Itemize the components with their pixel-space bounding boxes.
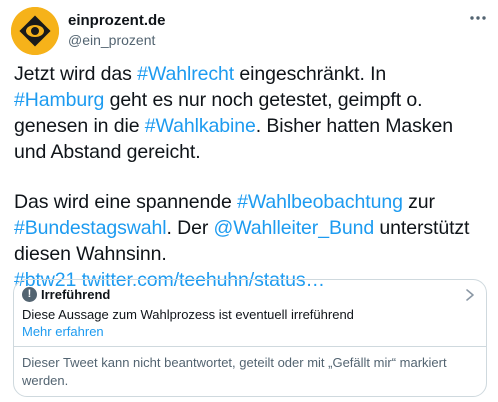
hashtag-link[interactable]: #Wahlkabine bbox=[145, 115, 256, 137]
notice-title-row: ! Irreführend bbox=[22, 287, 110, 302]
warning-icon: ! bbox=[22, 287, 37, 302]
text-line: #Hamburg geht es nur noch getestet, geim… bbox=[14, 87, 486, 113]
chevron-right-icon[interactable] bbox=[464, 287, 476, 303]
avatar[interactable] bbox=[11, 7, 59, 55]
text-line: #Bundestagswahl. Der @Wahlleiter_Bund un… bbox=[14, 215, 486, 241]
text-line: und Abstand gereicht. bbox=[14, 139, 486, 165]
text-segment: diesen Wahnsinn. bbox=[14, 243, 167, 265]
text-segment: und Abstand gereicht. bbox=[14, 141, 201, 163]
more-icon[interactable] bbox=[468, 8, 488, 28]
notice-header[interactable]: ! Irreführend Diese Aussage zum Wahlproz… bbox=[14, 280, 486, 350]
hashtag-link[interactable]: #Wahlrecht bbox=[137, 63, 234, 85]
text-segment: genesen in die bbox=[14, 115, 145, 137]
notice-title: Irreführend bbox=[41, 287, 111, 302]
learn-more-link[interactable]: Mehr erfahren bbox=[22, 324, 104, 339]
tweet-card: einprozent.de @ein_prozent Jetzt wird da… bbox=[0, 0, 498, 402]
hashtag-link[interactable]: #Wahlbeobachtung bbox=[237, 191, 403, 213]
user-info[interactable]: einprozent.de @ein_prozent bbox=[68, 11, 166, 50]
mention-link[interactable]: @Wahlleiter_Bund bbox=[214, 217, 375, 239]
text-segment: Das wird eine spannende bbox=[14, 191, 238, 213]
text-segment: zur bbox=[402, 191, 435, 213]
notice-description: Diese Aussage zum Wahlprozess ist eventu… bbox=[22, 307, 354, 322]
text-line: Das wird eine spannende #Wahlbeobachtung… bbox=[14, 189, 486, 215]
tweet-text: Jetzt wird das #Wahlrecht eingeschränkt.… bbox=[14, 61, 486, 293]
text-segment: . Bisher hatten Masken bbox=[255, 115, 453, 137]
reply-restriction-note: Dieser Tweet kann nicht beantwortet, get… bbox=[22, 355, 447, 388]
user-handle[interactable]: @ein_prozent bbox=[68, 31, 166, 50]
text-segment: Jetzt wird das bbox=[14, 63, 138, 85]
text-line: diesen Wahnsinn. bbox=[14, 241, 486, 267]
text-segment: eingeschränkt. In bbox=[234, 63, 387, 85]
text-segment: unterstützt bbox=[374, 217, 470, 239]
text-segment: geht es nur noch getestet, geimpft o. bbox=[104, 89, 423, 111]
text-line: Jetzt wird das #Wahlrecht eingeschränkt.… bbox=[14, 61, 486, 87]
text-line: genesen in die #Wahlkabine. Bisher hatte… bbox=[14, 113, 486, 139]
divider bbox=[14, 346, 486, 347]
display-name[interactable]: einprozent.de bbox=[68, 11, 166, 30]
hashtag-link[interactable]: #Bundestagswahl bbox=[14, 217, 167, 239]
misleading-notice: ! Irreführend Diese Aussage zum Wahlproz… bbox=[13, 279, 487, 397]
eye-logo-icon bbox=[11, 7, 59, 55]
hashtag-link[interactable]: #Hamburg bbox=[14, 89, 104, 111]
text-segment: . Der bbox=[166, 217, 214, 239]
